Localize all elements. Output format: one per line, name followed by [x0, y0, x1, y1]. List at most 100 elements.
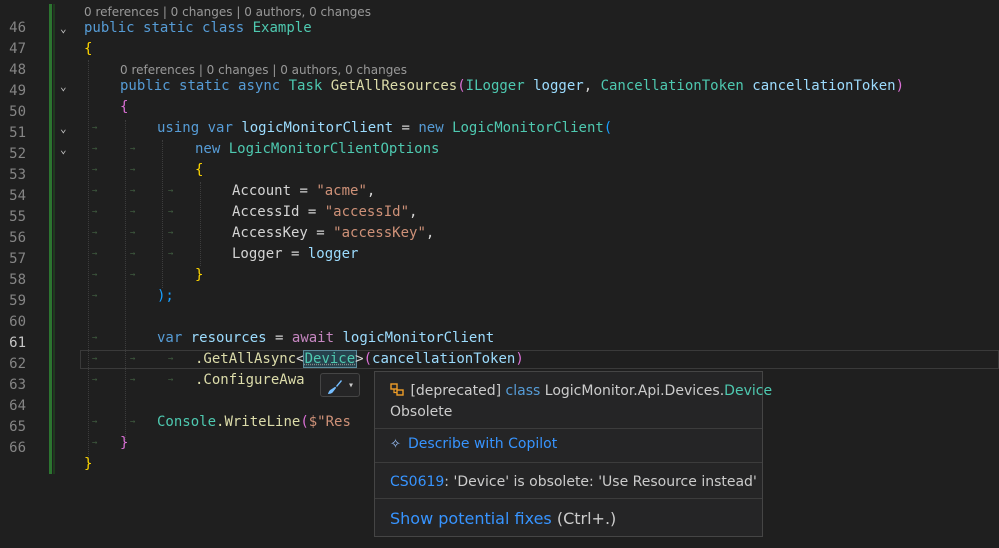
- hover-tooltip: [deprecated] class LogicMonitor.Api.Devi…: [374, 371, 772, 537]
- code-token: var: [207, 120, 233, 136]
- hover-obsolete: Obsolete: [390, 404, 453, 420]
- hover-divider: [375, 428, 762, 429]
- code-line-61[interactable]: .GetAllAsync<Device>(cancellationToken): [195, 349, 524, 370]
- change-indicator-bar-secondary: [53, 4, 55, 474]
- line-number: 60: [9, 314, 26, 330]
- tab-arrow-icon: →: [168, 375, 174, 385]
- code-line-57[interactable]: }: [195, 265, 203, 286]
- code-token: ILogger: [465, 78, 525, 94]
- describe-with-copilot-link[interactable]: ✧ Describe with Copilot: [390, 436, 557, 452]
- line-number: 52: [9, 146, 26, 162]
- show-potential-fixes-link[interactable]: Show potential fixes: [390, 509, 552, 528]
- line-number: 62: [9, 356, 26, 372]
- tab-arrow-icon: →: [168, 228, 174, 238]
- code-token: ,: [425, 225, 435, 241]
- hover-divider: [375, 462, 762, 463]
- code-line-58[interactable]: );: [157, 286, 174, 307]
- code-token: }: [84, 456, 93, 472]
- quick-actions-button[interactable]: ▾: [320, 373, 360, 397]
- code-token: Task: [288, 78, 323, 94]
- class-icon: [390, 383, 406, 399]
- code-token: (: [603, 120, 613, 136]
- code-token: var: [157, 330, 183, 346]
- indent-guide: [200, 182, 202, 266]
- diagnostic-code-link[interactable]: CS0619: [390, 474, 444, 490]
- code-token: logicMonitorClient: [241, 120, 394, 136]
- fix-shortcut: (Ctrl+.): [551, 509, 617, 528]
- code-token: LogicMonitorClient: [452, 120, 604, 136]
- line-number: 50: [9, 104, 26, 120]
- code-line-53[interactable]: Account = "acme",: [232, 181, 375, 202]
- code-line-51[interactable]: new LogicMonitorClientOptions: [195, 139, 439, 160]
- fold-chevron-icon[interactable]: ⌄: [60, 76, 70, 97]
- code-token: {: [195, 162, 204, 178]
- code-token: =: [266, 330, 292, 346]
- code-token: =: [291, 183, 317, 199]
- code-line-47[interactable]: {: [84, 39, 92, 60]
- code-token: =: [393, 120, 419, 136]
- code-token: class: [202, 20, 245, 36]
- line-number: 47: [9, 41, 26, 57]
- tab-arrow-icon: →: [92, 291, 98, 301]
- code-line-64[interactable]: Console.WriteLine($"Res: [157, 412, 351, 433]
- tab-arrow-icon: →: [130, 186, 136, 196]
- indent-guide: [125, 120, 127, 440]
- code-token: (: [363, 351, 373, 367]
- fold-chevron-icon[interactable]: ⌄: [60, 118, 70, 139]
- code-token: resources: [190, 330, 267, 346]
- code-token: {: [84, 41, 93, 57]
- line-number: 55: [9, 209, 26, 225]
- tab-arrow-icon: →: [92, 438, 98, 448]
- code-token: AccessKey: [232, 225, 308, 241]
- tab-arrow-icon: →: [168, 249, 174, 259]
- tab-arrow-icon: →: [92, 144, 98, 154]
- show-fixes-row: Show potential fixes (Ctrl+.): [390, 509, 616, 528]
- hover-keyword: class: [505, 383, 541, 399]
- code-line-55[interactable]: AccessKey = "accessKey",: [232, 223, 434, 244]
- code-token: static: [143, 20, 194, 36]
- code-line-66[interactable]: }: [84, 454, 92, 475]
- code-token: =: [307, 225, 334, 241]
- copilot-label: Describe with Copilot: [408, 436, 558, 452]
- code-token: logicMonitorClient: [342, 330, 495, 346]
- code-token: (: [300, 414, 309, 430]
- code-line-52[interactable]: {: [195, 160, 203, 181]
- code-line-48[interactable]: public static async Task GetAllResources…: [120, 76, 904, 97]
- code-line-50[interactable]: using var logicMonitorClient = new Logic…: [157, 118, 612, 139]
- chevron-down-icon: ▾: [348, 380, 355, 391]
- code-line-60[interactable]: var resources = await logicMonitorClient: [157, 328, 494, 349]
- tab-arrow-icon: →: [92, 417, 98, 427]
- line-number: 58: [9, 272, 26, 288]
- code-line-56[interactable]: Logger = logger: [232, 244, 358, 265]
- code-line-54[interactable]: AccessId = "accessId",: [232, 202, 417, 223]
- line-number: 46: [9, 20, 26, 36]
- code-editor[interactable]: 46 47 48 49 50 51 52 53 54 55 56 57 58 59 60 61 62 63 64 65…: [0, 0, 999, 548]
- code-token: CancellationToken: [600, 78, 744, 94]
- fold-chevron-icon[interactable]: ⌄: [60, 18, 70, 39]
- code-line-62[interactable]: .ConfigureAwal: [195, 370, 335, 391]
- code-token: }: [120, 435, 129, 451]
- code-token: AccessId: [232, 204, 300, 220]
- code-line-49[interactable]: {: [120, 97, 128, 118]
- indent-guide: [162, 140, 164, 288]
- code-token: ,: [366, 183, 376, 199]
- code-token: cancellationToken: [752, 78, 896, 94]
- diagnostic-message: CS0619: 'Device' is obsolete: 'Use Resou…: [390, 474, 757, 490]
- code-line-46[interactable]: public static class Example: [84, 18, 312, 39]
- tab-arrow-icon: →: [130, 144, 136, 154]
- code-token: =: [282, 246, 308, 262]
- fold-chevron-icon[interactable]: ⌄: [60, 139, 70, 160]
- code-line-65[interactable]: }: [120, 433, 128, 454]
- code-token: {: [120, 99, 129, 115]
- hover-tag: [deprecated]: [410, 383, 502, 399]
- code-token: =: [299, 204, 325, 220]
- line-number: 59: [9, 293, 26, 309]
- line-number: 66: [9, 440, 26, 456]
- code-token: logger: [307, 246, 359, 262]
- tab-arrow-icon: →: [168, 186, 174, 196]
- tab-arrow-icon: →: [92, 207, 98, 217]
- sparkle-icon: ✧: [390, 437, 401, 452]
- code-token: async: [238, 78, 281, 94]
- code-token: new: [195, 141, 221, 157]
- deprecated-type-device[interactable]: Device: [302, 350, 358, 368]
